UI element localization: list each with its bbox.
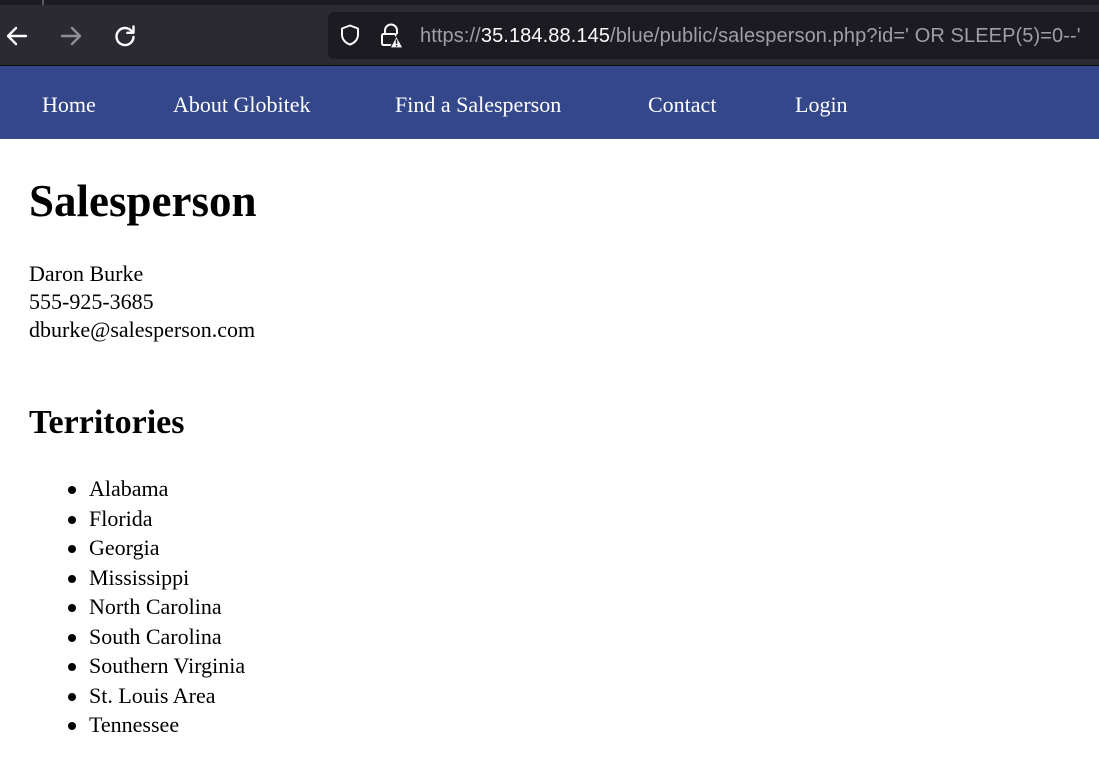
url-text[interactable]: https://35.184.88.145/blue/public/salesp… [420,23,1081,49]
url-host: 35.184.88.145 [480,25,611,47]
nav-link-about[interactable]: About Globitek [173,92,311,118]
salesperson-details: Daron Burke 555-925-3685 dburke@salesper… [29,260,255,344]
nav-link-contact[interactable]: Contact [648,92,716,118]
list-item: Southern Virginia [67,651,245,681]
arrow-right-icon [60,26,82,46]
forward-button[interactable] [55,20,87,52]
salesperson-name: Daron Burke [29,261,144,286]
nav-link-home[interactable]: Home [42,92,96,118]
list-item: St. Louis Area [67,681,245,711]
site-navigation: Home About Globitek Find a Salesperson C… [0,66,1099,139]
list-item: Alabama [67,474,245,504]
list-item: Florida [67,504,245,534]
list-item: Georgia [67,533,245,563]
salesperson-email: dburke@salesperson.com [29,317,256,342]
back-button[interactable] [1,20,33,52]
browser-toolbar: https://35.184.88.145/blue/public/salesp… [0,0,1099,66]
reload-button[interactable] [109,20,141,52]
arrow-left-icon [6,26,28,46]
list-item: North Carolina [67,592,245,622]
list-item: Mississippi [67,563,245,593]
territory-list: Alabama Florida Georgia Mississippi Nort… [29,474,245,740]
list-item: Tennessee [67,710,245,740]
reload-icon [115,25,135,47]
page-title: Salesperson [29,176,257,226]
shield-icon[interactable] [338,23,362,47]
address-bar[interactable]: https://35.184.88.145/blue/public/salesp… [328,12,1099,59]
list-item: South Carolina [67,622,245,652]
nav-link-login[interactable]: Login [795,92,848,118]
tab-strip [0,0,1099,5]
salesperson-phone: 555-925-3685 [29,289,154,314]
lock-warning-icon[interactable] [379,23,403,49]
nav-link-find-salesperson[interactable]: Find a Salesperson [395,92,561,118]
url-path: /blue/public/salesperson.php?id=' OR SLE… [610,25,1081,47]
tab-edge [42,0,44,5]
territories-heading: Territories [29,404,185,441]
url-scheme: https:// [420,25,481,47]
